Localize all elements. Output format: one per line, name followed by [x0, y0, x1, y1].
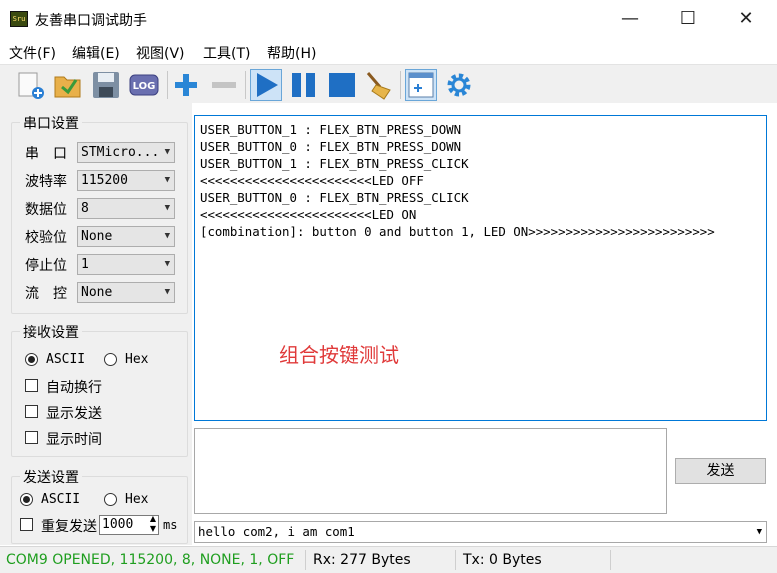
databits-label: 数据位: [25, 202, 67, 218]
new-file-button[interactable]: [14, 69, 46, 101]
remove-button[interactable]: [208, 69, 240, 101]
receive-line: [combination]: button 0 and button 1, LE…: [200, 224, 715, 239]
left-panel: 串口设置 串 口 STMicro... ▼ 波特率 115200 ▼ 数据位 8 ▼ …: [0, 102, 192, 545]
minus-icon: [212, 82, 236, 88]
play-icon: [257, 73, 278, 97]
receive-line: USER_BUTTON_0 : FLEX_BTN_PRESS_DOWN: [200, 139, 462, 154]
close-button[interactable]: ✕: [717, 0, 775, 38]
status-bar: COM9 OPENED, 115200, 8, NONE, 1, OFF Rx:…: [0, 546, 777, 573]
show-time-label: 显示时间: [46, 432, 102, 448]
clear-button[interactable]: [362, 69, 394, 101]
repeat-send-label: 重复发送: [41, 519, 97, 535]
tx-count: Tx: 0 Bytes: [463, 552, 542, 568]
interval-spinbox[interactable]: 1000 ▲ ▼: [99, 514, 159, 535]
receive-hex-label: Hex: [125, 352, 149, 367]
title-bar: Sru 友善串口调试助手 — ☐ ✕: [0, 0, 777, 38]
spin-up-icon[interactable]: ▲: [150, 514, 156, 523]
open-file-button[interactable]: [52, 69, 84, 101]
send-history-value: hello com2, i am com1: [198, 524, 355, 539]
databits-select[interactable]: 8 ▼: [77, 198, 175, 219]
auto-newline-label: 自动换行: [46, 380, 102, 396]
send-textarea[interactable]: [194, 428, 667, 514]
new-window-button[interactable]: [405, 69, 437, 101]
log-button[interactable]: LOG: [128, 69, 160, 101]
menu-file[interactable]: 文件(F): [9, 43, 56, 63]
port-select[interactable]: STMicro... ▼: [77, 142, 175, 163]
chevron-down-icon: ▼: [164, 231, 170, 241]
stopbits-label: 停止位: [25, 258, 67, 274]
menu-help[interactable]: 帮助(H): [267, 43, 316, 63]
port-status: COM9 OPENED, 115200, 8, NONE, 1, OFF: [6, 552, 295, 568]
send-hex-radio[interactable]: [104, 493, 117, 506]
chevron-down-icon: ▼: [164, 287, 170, 297]
port-label: 串 口: [25, 146, 67, 162]
stop-button[interactable]: [326, 69, 358, 101]
stop-icon: [329, 73, 355, 97]
toolbar: LOG: [0, 64, 777, 103]
repeat-send-checkbox[interactable]: [20, 518, 33, 531]
settings-button[interactable]: [443, 69, 475, 101]
auto-newline-checkbox[interactable]: [25, 379, 38, 392]
receive-line: <<<<<<<<<<<<<<<<<<<<<<<LED ON: [200, 207, 417, 222]
baud-label: 波特率: [25, 174, 67, 190]
send-settings-title: 发送设置: [20, 467, 82, 487]
folder-open-icon: [54, 76, 81, 98]
broom-icon: [366, 72, 391, 100]
pause-button[interactable]: [288, 69, 320, 101]
menu-edit[interactable]: 编辑(E): [72, 43, 120, 63]
receive-line: USER_BUTTON_1 : FLEX_BTN_PRESS_DOWN: [200, 122, 462, 137]
chevron-down-icon: ▼: [164, 259, 170, 269]
save-icon: [93, 72, 119, 98]
new-file-icon: [18, 72, 44, 99]
show-sent-label: 显示发送: [46, 406, 102, 422]
plus-icon: [175, 74, 197, 96]
receive-textarea[interactable]: USER_BUTTON_1 : FLEX_BTN_PRESS_DOWN USER…: [194, 115, 767, 421]
send-hex-label: Hex: [125, 492, 149, 507]
show-sent-checkbox[interactable]: [25, 405, 38, 418]
chevron-down-icon[interactable]: ▼: [757, 522, 762, 542]
menu-view[interactable]: 视图(V): [136, 43, 185, 63]
overlay-caption: 组合按键测试: [279, 343, 399, 367]
start-button[interactable]: [250, 69, 282, 101]
receive-ascii-radio[interactable]: [25, 353, 38, 366]
pause-icon: [292, 73, 315, 97]
window-icon: [408, 72, 434, 98]
send-button[interactable]: 发送: [675, 458, 766, 484]
show-time-checkbox[interactable]: [25, 431, 38, 444]
add-button[interactable]: [170, 69, 202, 101]
window-title: 友善串口调试助手: [35, 13, 147, 29]
receive-settings-title: 接收设置: [20, 322, 82, 342]
menu-bar: 文件(F) 编辑(E) 视图(V) 工具(T) 帮助(H): [0, 38, 777, 64]
menu-tools[interactable]: 工具(T): [203, 43, 250, 63]
svg-text:LOG: LOG: [133, 81, 156, 92]
stopbits-select[interactable]: 1 ▼: [77, 254, 175, 275]
interval-unit: ms: [163, 518, 178, 532]
maximize-button[interactable]: ☐: [659, 0, 717, 38]
minimize-button[interactable]: —: [601, 0, 659, 38]
receive-line: <<<<<<<<<<<<<<<<<<<<<<<LED OFF: [200, 173, 424, 188]
baud-select[interactable]: 115200 ▼: [77, 170, 175, 191]
interval-value[interactable]: 1000: [102, 517, 133, 532]
log-icon: LOG: [129, 74, 159, 96]
receive-line: USER_BUTTON_0 : FLEX_BTN_PRESS_CLICK: [200, 190, 469, 205]
save-button[interactable]: [90, 69, 122, 101]
parity-label: 校验位: [25, 230, 67, 246]
receive-hex-radio[interactable]: [104, 353, 117, 366]
parity-select[interactable]: None ▼: [77, 226, 175, 247]
flow-select[interactable]: None ▼: [77, 282, 175, 303]
spin-down-icon[interactable]: ▼: [150, 524, 156, 533]
receive-line: USER_BUTTON_1 : FLEX_BTN_PRESS_CLICK: [200, 156, 469, 171]
send-ascii-radio[interactable]: [20, 493, 33, 506]
send-history-select[interactable]: hello com2, i am com1 ▼: [194, 521, 767, 543]
chevron-down-icon: ▼: [164, 147, 170, 157]
app-icon: Sru: [10, 11, 28, 27]
receive-ascii-label: ASCII: [46, 352, 86, 367]
gear-icon: [447, 73, 471, 97]
chevron-down-icon: ▼: [164, 203, 170, 213]
flow-label: 流 控: [25, 286, 67, 302]
send-ascii-label: ASCII: [41, 492, 81, 507]
rx-count: Rx: 277 Bytes: [313, 552, 411, 568]
chevron-down-icon: ▼: [164, 175, 170, 185]
serial-settings-title: 串口设置: [20, 113, 82, 133]
